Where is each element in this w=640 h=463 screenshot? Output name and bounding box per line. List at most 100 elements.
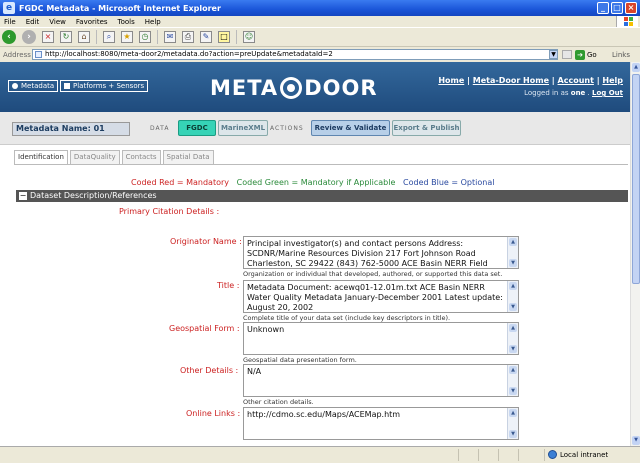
menu-bar: File Edit View Favorites Tools Help bbox=[0, 16, 640, 27]
tab-identification[interactable]: Identification bbox=[14, 150, 68, 165]
link-meta-door-home[interactable]: Meta-Door Home bbox=[473, 76, 549, 85]
mail-icon[interactable]: ✉ bbox=[164, 31, 176, 43]
back-icon[interactable]: ‹ bbox=[2, 30, 16, 44]
menu-favorites[interactable]: Favorites bbox=[76, 18, 108, 26]
address-input[interactable]: http://localhost:8080/meta-door2/metadat… bbox=[32, 49, 558, 60]
go-button[interactable]: ➔ Go bbox=[575, 49, 601, 60]
geospatial-textarea[interactable]: Unknown ▲ ▼ bbox=[243, 322, 519, 355]
page-scroll-up-icon[interactable]: ▲ bbox=[632, 63, 640, 72]
scroll-down-icon[interactable]: ▼ bbox=[509, 345, 517, 353]
browser-toolbar: ‹ › × ↻ ⌂ ⌕ ★ ◷ ✉ ⎙ ✎ □ ☺ bbox=[0, 27, 640, 47]
export-publish-button[interactable]: Export & Publish bbox=[392, 120, 461, 136]
other-details-label: Other Details : bbox=[180, 366, 239, 375]
page-icon bbox=[35, 51, 42, 58]
online-links-label: Online Links : bbox=[186, 409, 241, 418]
geospatial-value: Unknown bbox=[247, 325, 285, 334]
textarea-scrollbar[interactable]: ▲ ▼ bbox=[507, 323, 518, 354]
page-scroll-down-icon[interactable]: ▼ bbox=[632, 436, 640, 445]
textarea-scrollbar[interactable]: ▲ ▼ bbox=[507, 408, 518, 439]
extension-icon[interactable] bbox=[562, 50, 572, 59]
review-validate-button[interactable]: Review & Validate bbox=[311, 120, 390, 136]
zone-label: Local intranet bbox=[560, 450, 609, 459]
login-status: Logged in as one . Log Out bbox=[524, 89, 623, 97]
window-titlebar: e FGDC Metadata - Microsoft Internet Exp… bbox=[0, 0, 640, 16]
notes-icon[interactable]: □ bbox=[218, 31, 230, 43]
scroll-down-icon[interactable]: ▼ bbox=[509, 303, 517, 311]
metadoor-logo: META DOOR bbox=[210, 76, 378, 100]
home-icon[interactable]: ⌂ bbox=[78, 31, 90, 43]
scroll-down-icon[interactable]: ▼ bbox=[509, 259, 517, 267]
site-header: Metadata Platforms + Sensors META DOOR H… bbox=[0, 62, 630, 112]
originator-textarea[interactable]: Principal investigator(s) and contact pe… bbox=[243, 236, 519, 269]
scroll-down-icon[interactable]: ▼ bbox=[509, 430, 517, 438]
menu-help[interactable]: Help bbox=[145, 18, 161, 26]
menu-view[interactable]: View bbox=[49, 18, 66, 26]
section-header[interactable]: − Dataset Description/References bbox=[16, 190, 628, 202]
scroll-up-icon[interactable]: ▲ bbox=[509, 409, 517, 417]
print-icon[interactable]: ⎙ bbox=[182, 31, 194, 43]
links-label[interactable]: Links bbox=[612, 51, 630, 59]
textarea-scrollbar[interactable]: ▲ ▼ bbox=[507, 281, 518, 312]
link-account[interactable]: Account bbox=[558, 76, 594, 85]
edit-icon[interactable]: ✎ bbox=[200, 31, 212, 43]
menu-tools[interactable]: Tools bbox=[118, 18, 135, 26]
close-button[interactable]: × bbox=[625, 2, 637, 14]
actions-label: ACTIONS bbox=[270, 125, 304, 132]
title-label: Title : bbox=[217, 281, 240, 290]
format-fgdc-button[interactable]: FGDC bbox=[178, 120, 216, 136]
metadata-name: Metadata Name: 01 bbox=[12, 122, 130, 136]
minimize-button[interactable]: _ bbox=[597, 2, 609, 14]
history-icon[interactable]: ◷ bbox=[139, 31, 151, 43]
scroll-up-icon[interactable]: ▲ bbox=[509, 282, 517, 290]
legend-conditional: Coded Green = Mandatory if Applicable bbox=[236, 178, 396, 187]
windows-logo-icon bbox=[616, 16, 638, 27]
address-url: http://localhost:8080/meta-door2/metadat… bbox=[45, 50, 333, 58]
data-label: DATA bbox=[150, 125, 170, 132]
geospatial-hint: Geospatial data presentation form. bbox=[243, 356, 357, 364]
go-arrow-icon: ➔ bbox=[575, 49, 585, 60]
scroll-down-icon[interactable]: ▼ bbox=[509, 387, 517, 395]
favorites-icon[interactable]: ★ bbox=[121, 31, 133, 43]
refresh-icon[interactable]: ↻ bbox=[60, 31, 72, 43]
scroll-up-icon[interactable]: ▲ bbox=[509, 366, 517, 374]
forward-icon[interactable]: › bbox=[22, 30, 36, 44]
address-bar: Address http://localhost:8080/meta-door2… bbox=[0, 47, 640, 62]
tab-spatial-data[interactable]: Spatial Data bbox=[162, 150, 214, 165]
search-icon[interactable]: ⌕ bbox=[103, 31, 115, 43]
stop-icon[interactable]: × bbox=[42, 31, 54, 43]
title-textarea[interactable]: Metadata Document: acewq01-12.01m.txt AC… bbox=[243, 280, 519, 313]
format-marinexml-button[interactable]: MarineXML bbox=[218, 120, 268, 136]
geospatial-label: Geospatial Form : bbox=[169, 324, 240, 333]
textarea-scrollbar[interactable]: ▲ ▼ bbox=[507, 237, 518, 268]
nav-metadata-button[interactable]: Metadata bbox=[8, 80, 59, 92]
security-zone: Local intranet bbox=[548, 450, 608, 459]
collapse-icon[interactable]: − bbox=[19, 192, 27, 200]
nav-platforms-button[interactable]: Platforms + Sensors bbox=[60, 80, 149, 92]
status-bar: Local intranet bbox=[0, 446, 640, 463]
primary-citation-label: Primary Citation Details : bbox=[119, 207, 220, 216]
radio-dot-icon bbox=[12, 83, 18, 89]
legend-optional: Coded Blue = Optional bbox=[403, 178, 495, 187]
scroll-up-icon[interactable]: ▲ bbox=[509, 238, 517, 246]
title-value: Metadata Document: acewq01-12.01m.txt AC… bbox=[247, 283, 503, 312]
maximize-button[interactable]: □ bbox=[611, 2, 623, 14]
menu-edit[interactable]: Edit bbox=[26, 18, 40, 26]
menu-file[interactable]: File bbox=[4, 18, 16, 26]
online-links-textarea[interactable]: http://cdmo.sc.edu/Maps/ACEMap.htm ▲ ▼ bbox=[243, 407, 519, 440]
textarea-scrollbar[interactable]: ▲ ▼ bbox=[507, 365, 518, 396]
originator-value: Principal investigator(s) and contact pe… bbox=[247, 239, 488, 268]
address-label: Address bbox=[3, 50, 31, 59]
page-scrollbar[interactable]: ▲ ▼ bbox=[630, 62, 640, 446]
other-details-textarea[interactable]: N/A ▲ ▼ bbox=[243, 364, 519, 397]
link-help[interactable]: Help bbox=[602, 76, 623, 85]
tab-dataquality[interactable]: DataQuality bbox=[69, 150, 120, 165]
address-dropdown-icon[interactable]: ▼ bbox=[549, 50, 558, 59]
originator-label: Originator Name : bbox=[170, 237, 242, 246]
link-home[interactable]: Home bbox=[438, 76, 464, 85]
scroll-up-icon[interactable]: ▲ bbox=[509, 324, 517, 332]
logout-link[interactable]: Log Out bbox=[592, 89, 623, 97]
messenger-icon[interactable]: ☺ bbox=[243, 31, 255, 43]
other-details-hint: Other citation details. bbox=[243, 398, 314, 406]
page-scroll-thumb[interactable] bbox=[632, 74, 640, 284]
tab-contacts[interactable]: Contacts bbox=[121, 150, 161, 165]
